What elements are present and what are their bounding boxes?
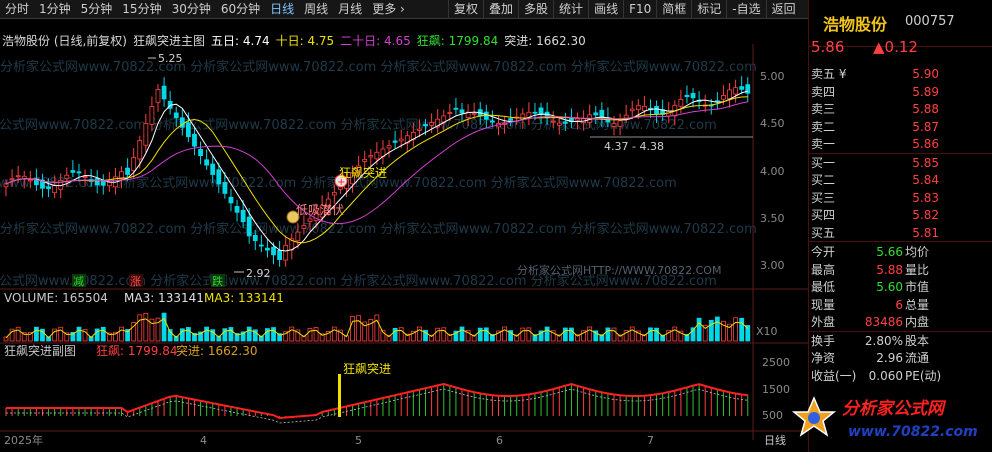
sub-axis-2500: 2500 bbox=[762, 356, 790, 369]
stock-code: 000757 bbox=[905, 14, 955, 29]
tag-zhang: 涨 bbox=[130, 275, 141, 288]
stat2-row-0: 换手 2.80% 股本 bbox=[811, 333, 930, 348]
volume-label: VOLUME: 165504 bbox=[4, 291, 108, 305]
bid-row-0: 买一 5.85 bbox=[811, 155, 939, 170]
kline-chart-svg[interactable]: 分析家公式网www.70822.com 分析家公式网www.70822.com … bbox=[0, 0, 808, 452]
time-axis-7: 7 bbox=[647, 434, 654, 447]
price-axis-3.00: 3.00 bbox=[760, 259, 785, 272]
ask-row-3: 卖二 5.87 bbox=[811, 119, 939, 134]
sub-axis-1500: 1500 bbox=[762, 383, 790, 396]
volume-ma3-label: MA3: 133141 bbox=[124, 291, 204, 305]
stat-row-1: 最高 5.88 量比 bbox=[811, 262, 930, 277]
bid-row-2: 买三 5.83 bbox=[811, 190, 939, 205]
quote-side-panel: 浩物股份 000757 5.86 ▲0.12 卖五 ¥5.90 卖四 5.89 卖三 5… bbox=[808, 0, 992, 452]
price-change: ▲0.12 bbox=[873, 38, 918, 56]
ask-row-1: 卖四 5.89 bbox=[811, 84, 939, 99]
volume-ma3-yellow-label: MA3: 133141 bbox=[204, 291, 284, 305]
volume-unit: X10 bbox=[756, 325, 778, 338]
time-axis-5: 5 bbox=[355, 434, 362, 447]
bid-row-4: 买五 5.81 bbox=[811, 225, 939, 240]
stock-name: 浩物股份 bbox=[823, 15, 888, 34]
sub-kuangbiao-label: 狂飙: 1799.84 bbox=[96, 343, 177, 358]
tag-jian: 减 bbox=[73, 275, 84, 288]
range-label: 4.37 - 4.38 bbox=[604, 140, 664, 153]
stat2-row-2: 收益(一) 0.060 PE(动) bbox=[811, 368, 942, 383]
bid-row-3: 买四 5.82 bbox=[811, 208, 939, 222]
stat-row-4: 外盘 83486 内盘 bbox=[811, 315, 930, 329]
sub-tujin-label: 突进: 1662.30 bbox=[176, 343, 257, 358]
site-logo: 分析家公式网 www.70822.com bbox=[790, 388, 988, 450]
price-axis-4.00: 4.00 bbox=[760, 165, 785, 178]
stat-row-3: 现量 6 总量 bbox=[811, 297, 930, 312]
signal-bar bbox=[338, 374, 341, 417]
ask-row-2: 卖三 5.88 bbox=[811, 102, 939, 116]
logo-line2: www.70822.com bbox=[848, 424, 978, 440]
time-axis-6: 6 bbox=[496, 434, 503, 447]
watermark-bottom: 分析家公式网HTTP://WWW.70822.COM bbox=[517, 263, 721, 277]
sub-signal-label: 狂飙突进 bbox=[343, 361, 391, 376]
watermark-row-1: 分析家公式网www.70822.com 分析家公式网www.70822.com … bbox=[0, 59, 757, 75]
price-axis-5.00: 5.00 bbox=[760, 70, 785, 83]
time-axis-period: 日线 bbox=[764, 433, 786, 447]
bid-row-1: 买二 5.84 bbox=[811, 173, 939, 187]
ask-row-0: 卖五 ¥5.90 bbox=[811, 67, 939, 81]
stat2-row-1: 净资 2.96 流通 bbox=[811, 351, 930, 365]
sub-chart-name: 狂飙突进副图 bbox=[4, 343, 76, 358]
sub-axis-500: 500 bbox=[762, 409, 783, 422]
price-axis-3.50: 3.50 bbox=[760, 212, 785, 225]
time-axis-4: 4 bbox=[200, 434, 207, 447]
volume-bars bbox=[3, 312, 751, 342]
watermark-row-4: 分析家公式网www.70822.com 分析家公式网www.70822.com … bbox=[0, 221, 757, 237]
current-price: 5.86 bbox=[811, 38, 845, 56]
high-price-label: 5.25 bbox=[158, 52, 183, 65]
dixi-annotation: 低吸潜伏 bbox=[296, 203, 344, 217]
low-price-label: 2.92 bbox=[246, 267, 271, 280]
tag-die: 跌 bbox=[212, 274, 223, 288]
stat-row-0: 今开 5.66 均价 bbox=[811, 245, 930, 259]
time-axis-2025: 2025年 bbox=[4, 433, 43, 447]
ask-row-4: 卖一 5.86 bbox=[811, 137, 939, 151]
logo-line1: 分析家公式网 bbox=[842, 399, 947, 419]
price-axis-4.50: 4.50 bbox=[760, 117, 785, 130]
tupo-annotation: 狂飙突进 bbox=[339, 165, 387, 180]
stat-row-2: 最低 5.60 市值 bbox=[811, 280, 930, 294]
